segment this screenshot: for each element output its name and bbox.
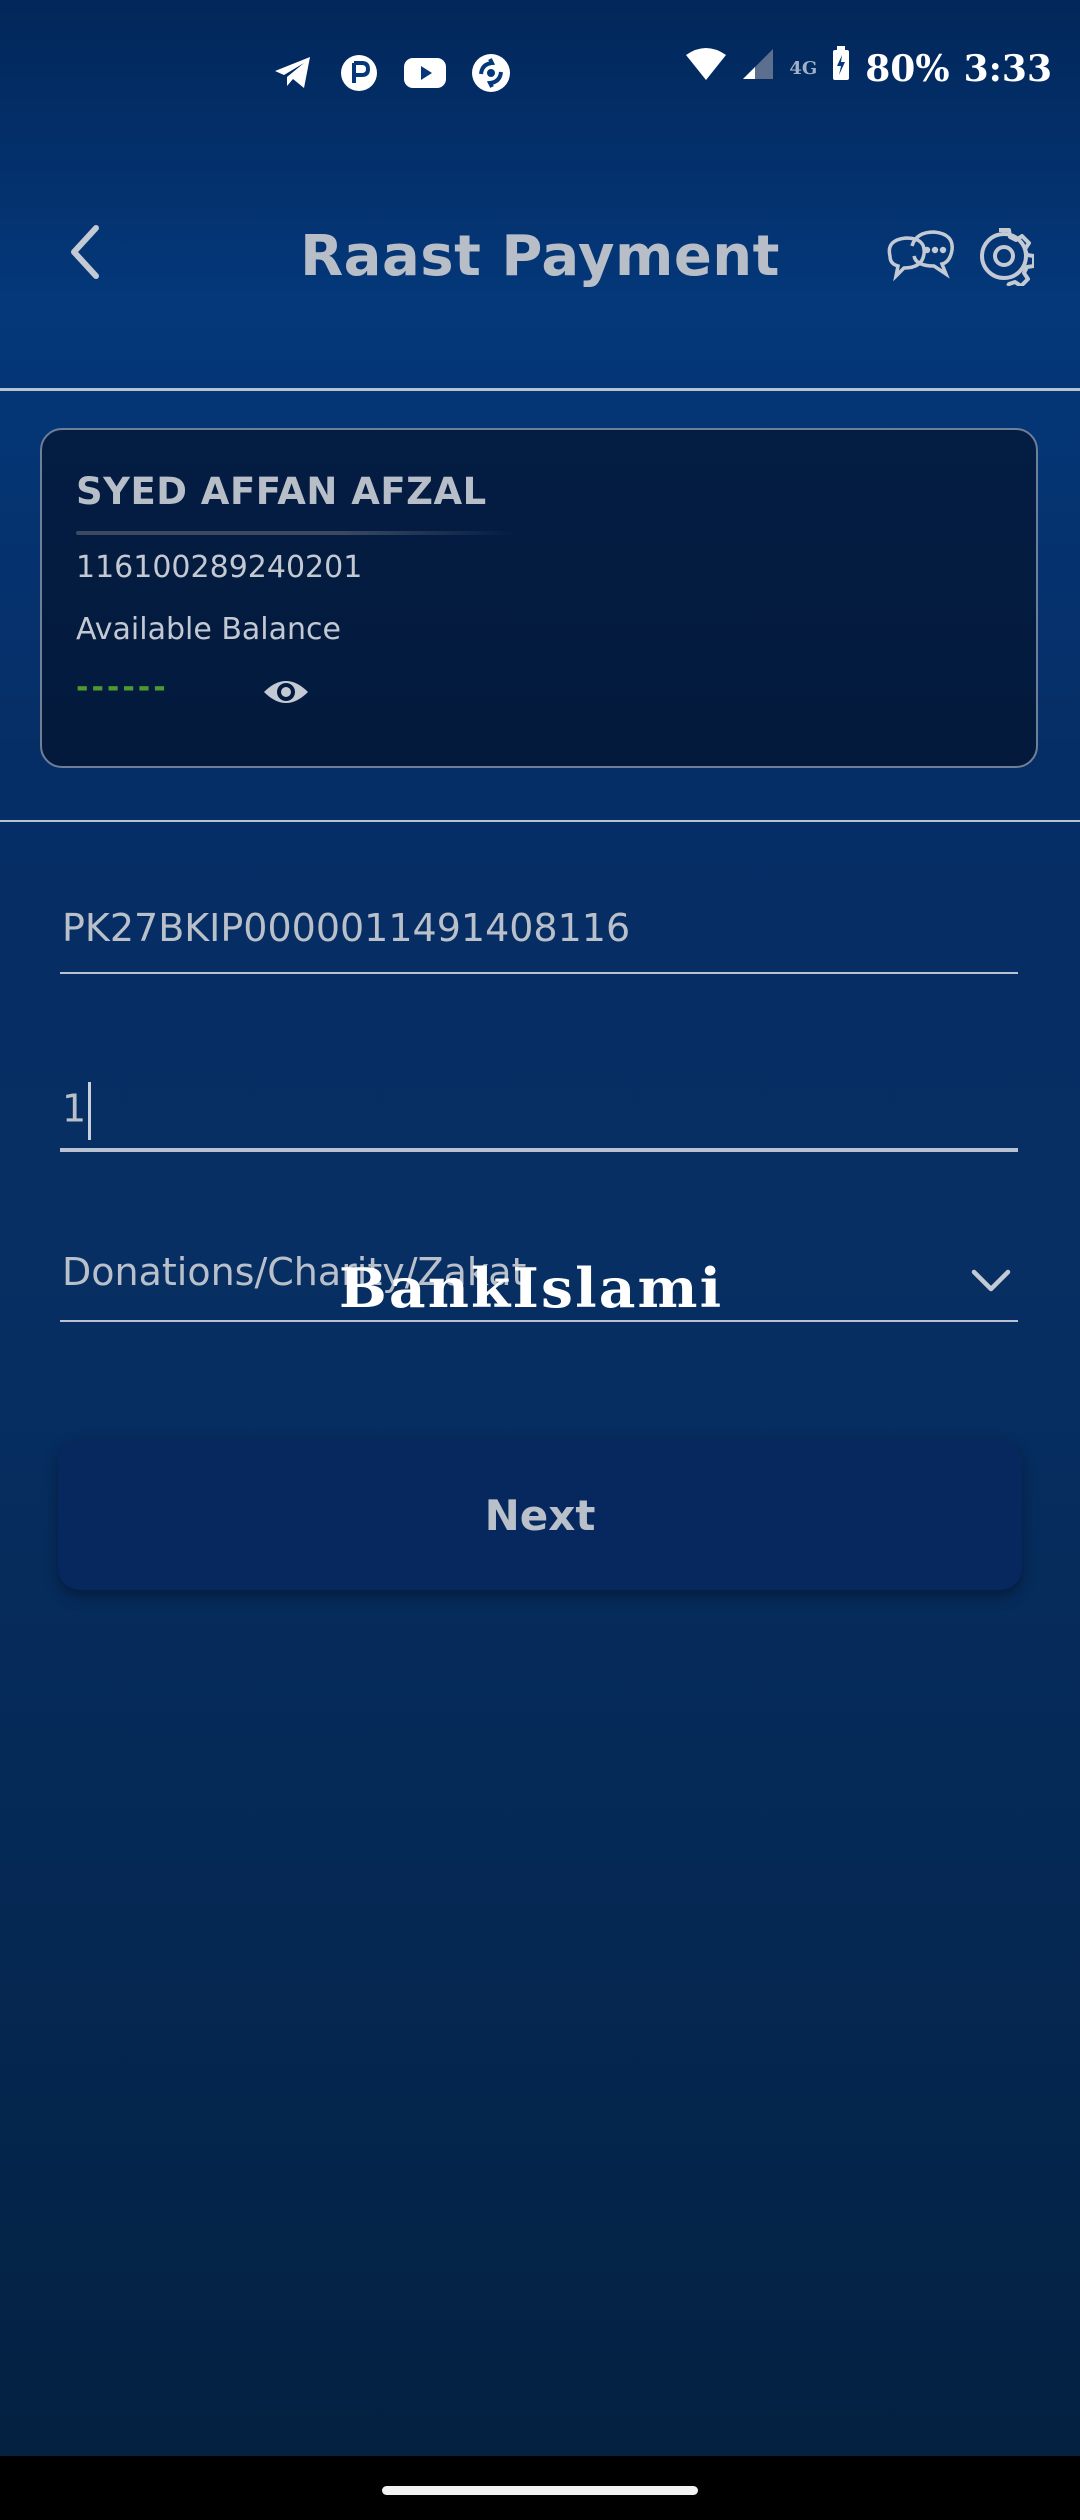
card-divider [0,820,1080,822]
gear-icon [980,228,1036,288]
telegram-icon [270,50,316,96]
app-p-icon [336,50,382,96]
home-indicator[interactable] [382,2486,698,2495]
youtube-icon [402,50,448,96]
chevron-down-icon [971,1269,1011,1292]
next-button[interactable]: Next [58,1440,1022,1590]
app-header: Raast Payment [0,180,1080,330]
iban-value: PK27BKIP0000011491408116 [62,906,631,950]
eye-icon [264,681,308,703]
name-underline [76,531,516,535]
amount-field[interactable]: 1 [60,1070,1018,1170]
wifi-icon [685,47,727,90]
chat-button[interactable] [882,226,958,290]
settings-button[interactable] [974,226,1036,288]
network-type-label: 4G [789,57,818,79]
system-nav-bar [0,2456,1080,2520]
system-status: 4G 80% 3:33 [685,46,1052,91]
clock: 3:33 [963,47,1052,90]
masked-balance: ------ [76,670,169,705]
battery-icon [831,46,851,91]
account-number: 116100289240201 [76,550,363,585]
header-divider [0,388,1080,391]
status-bar: 4G 80% 3:33 [0,0,1080,140]
chat-bubbles-icon [887,230,954,282]
notification-icons [270,50,514,96]
account-card: SYED AFFAN AFZAL 116100289240201 Availab… [40,428,1038,768]
purpose-underline [60,1320,1018,1322]
iban-underline [60,972,1018,974]
amount-underline [60,1148,1018,1152]
amount-value: 1 [62,1086,87,1131]
sync-app-icon [468,50,514,96]
toggle-balance-button[interactable] [262,674,310,710]
text-caret [88,1082,92,1140]
battery-percent: 80% [865,47,950,90]
bank-watermark: BankIslami [338,1256,724,1320]
available-balance-label: Available Balance [76,612,341,647]
iban-field[interactable]: PK27BKIP0000011491408116 [60,900,1018,980]
signal-icon [741,47,775,90]
account-holder-name: SYED AFFAN AFZAL [76,470,487,513]
